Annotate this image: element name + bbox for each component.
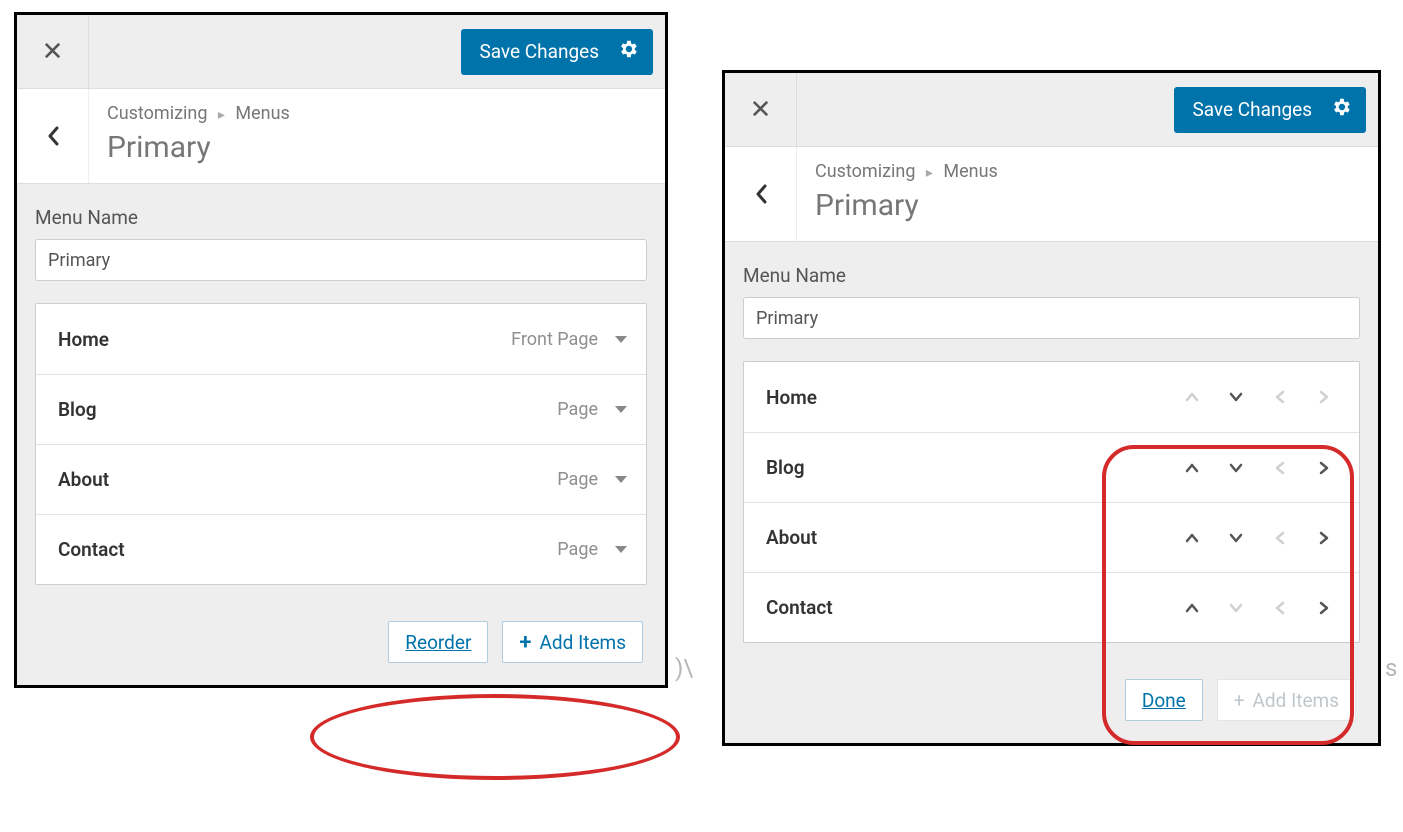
top-bar: ✕ Save Changes [17, 15, 665, 89]
plus-icon: + [1234, 689, 1245, 712]
menu-name-label: Menu Name [35, 206, 647, 229]
panel-footer: Reorder + Add Items [17, 607, 665, 685]
chevron-down-icon[interactable] [614, 540, 628, 559]
move-left-button [1263, 523, 1297, 553]
add-items-button-disabled: + Add Items [1217, 679, 1356, 721]
menu-items-list: Home Front Page Blog Page About Page Contact Pa… [35, 303, 647, 585]
menu-name-section: Menu Name Home Blog About Contact [725, 242, 1378, 665]
save-changes-label: Save Changes [1192, 98, 1312, 121]
menu-item-label: Contact [58, 538, 125, 561]
menu-item-label: Blog [58, 398, 97, 421]
reorder-controls [1175, 593, 1341, 623]
close-button[interactable]: ✕ [725, 73, 797, 146]
save-changes-label: Save Changes [479, 40, 599, 63]
chevron-right-icon: ▸ [218, 107, 225, 123]
page-title: Primary [815, 188, 998, 223]
close-button[interactable]: ✕ [17, 15, 89, 88]
chevron-down-icon[interactable] [614, 330, 628, 349]
chevron-right-icon: ▸ [926, 165, 933, 181]
menu-item: Contact [744, 572, 1359, 642]
gear-icon[interactable] [617, 38, 639, 65]
gear-icon[interactable] [1330, 96, 1352, 123]
move-left-button [1263, 593, 1297, 623]
stray-text: )\ [675, 654, 693, 682]
customizer-panel-left: ✕ Save Changes Customizing ▸ Menus [14, 12, 668, 688]
menu-name-section: Menu Name Home Front Page Blog Page About Pag… [17, 184, 665, 607]
menu-name-input[interactable] [743, 297, 1360, 339]
menu-items-list: Home Blog About Contact [743, 361, 1360, 643]
back-button[interactable] [725, 147, 797, 241]
move-right-button[interactable] [1307, 593, 1341, 623]
menu-item-type: Front Page [511, 329, 598, 350]
menu-item-label: About [58, 468, 109, 491]
save-changes-button[interactable]: Save Changes [1174, 87, 1366, 133]
panel-footer: Done + Add Items [725, 665, 1378, 743]
breadcrumb: Customizing ▸ Menus [815, 161, 998, 182]
move-down-button[interactable] [1219, 453, 1253, 483]
chevron-down-icon[interactable] [614, 400, 628, 419]
breadcrumb-bar: Customizing ▸ Menus Primary [725, 147, 1378, 242]
move-up-button[interactable] [1175, 453, 1209, 483]
move-down-button[interactable] [1219, 523, 1253, 553]
reorder-controls [1175, 382, 1341, 412]
menu-item-type: Page [557, 539, 598, 560]
page-title: Primary [107, 130, 290, 165]
breadcrumb-bar: Customizing ▸ Menus Primary [17, 89, 665, 184]
reorder-button[interactable]: Reorder [388, 621, 488, 663]
menu-item[interactable]: Home Front Page [36, 304, 646, 374]
top-bar: ✕ Save Changes [725, 73, 1378, 147]
save-changes-button[interactable]: Save Changes [461, 29, 653, 75]
move-right-button [1307, 382, 1341, 412]
annotation-ellipse [310, 694, 680, 780]
menu-name-input[interactable] [35, 239, 647, 281]
menu-item-label: Home [58, 328, 109, 351]
breadcrumb: Customizing ▸ Menus [107, 103, 290, 124]
reorder-controls [1175, 453, 1341, 483]
menu-item-label: About [766, 526, 817, 549]
stray-text: s [1385, 654, 1397, 682]
move-down-button[interactable] [1219, 382, 1253, 412]
menu-item: About [744, 502, 1359, 572]
move-left-button [1263, 453, 1297, 483]
chevron-down-icon[interactable] [614, 470, 628, 489]
menu-item[interactable]: Contact Page [36, 514, 646, 584]
menu-item: Home [744, 362, 1359, 432]
done-button[interactable]: Done [1125, 679, 1203, 721]
menu-item-type: Page [557, 399, 598, 420]
move-right-button[interactable] [1307, 523, 1341, 553]
plus-icon: + [519, 630, 531, 655]
add-items-button[interactable]: + Add Items [502, 621, 643, 663]
menu-item-type: Page [557, 469, 598, 490]
move-down-button [1219, 593, 1253, 623]
move-up-button[interactable] [1175, 593, 1209, 623]
move-left-button [1263, 382, 1297, 412]
menu-item[interactable]: Blog Page [36, 374, 646, 444]
menu-item[interactable]: About Page [36, 444, 646, 514]
menu-item: Blog [744, 432, 1359, 502]
customizer-panel-right: ✕ Save Changes Customizing ▸ Menus [722, 70, 1381, 746]
menu-item-label: Blog [766, 456, 805, 479]
move-up-button[interactable] [1175, 523, 1209, 553]
menu-name-label: Menu Name [743, 264, 1360, 287]
reorder-controls [1175, 523, 1341, 553]
back-button[interactable] [17, 89, 89, 183]
menu-item-label: Home [766, 386, 817, 409]
move-right-button[interactable] [1307, 453, 1341, 483]
move-up-button [1175, 382, 1209, 412]
menu-item-label: Contact [766, 596, 833, 619]
